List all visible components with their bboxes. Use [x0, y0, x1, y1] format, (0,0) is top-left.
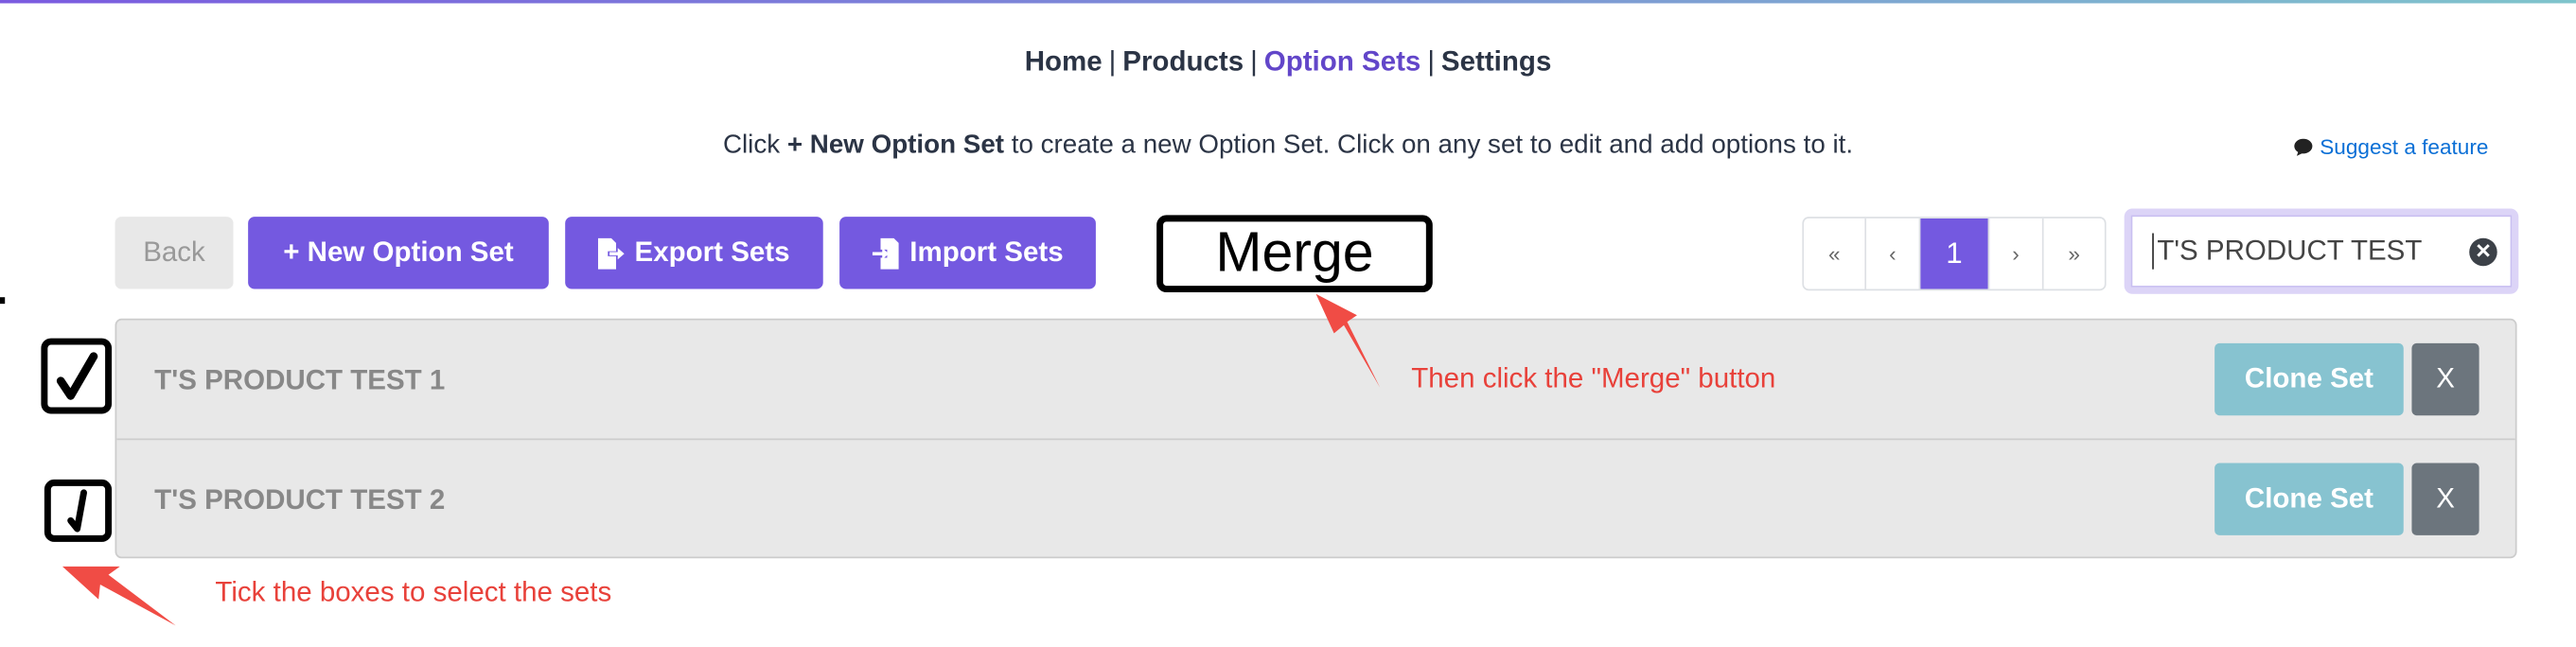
merge-hint: Then click the "Merge" button — [1411, 362, 1776, 394]
tick-hint: Tick the boxes to select the sets — [215, 576, 612, 608]
arrow-to-checkboxes-icon — [62, 566, 176, 626]
arrow-to-merge-icon — [1315, 293, 1381, 388]
annotation-arrows — [62, 293, 1381, 626]
